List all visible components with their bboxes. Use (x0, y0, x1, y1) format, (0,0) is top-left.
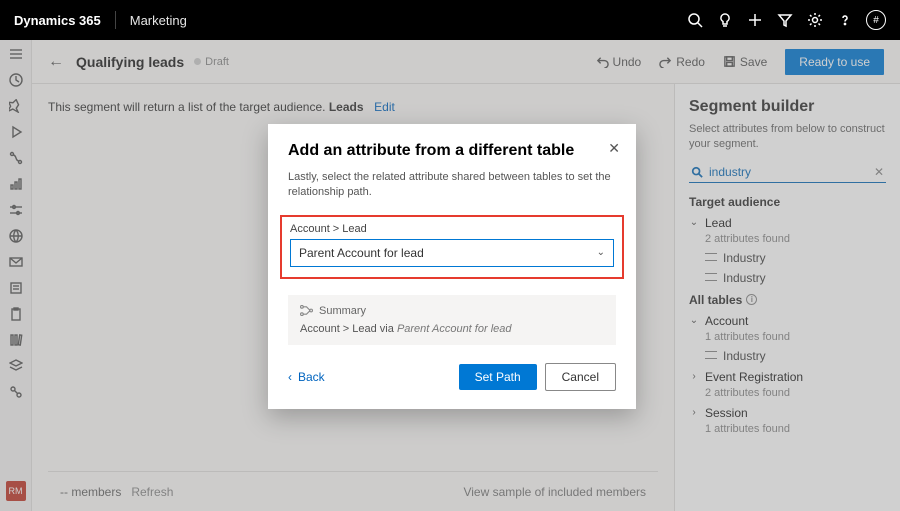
modal-subtitle: Lastly, select the related attribute sha… (288, 170, 616, 201)
help-icon[interactable] (830, 0, 860, 40)
close-icon[interactable]: ✕ (608, 140, 620, 157)
relationship-field-highlight: Account > Lead Parent Account for lead ⌄ (280, 215, 624, 279)
relationship-select[interactable]: Parent Account for lead ⌄ (290, 239, 614, 267)
modal-back-button[interactable]: ‹Back (288, 370, 325, 384)
chevron-down-icon: ⌄ (597, 247, 605, 258)
cancel-button[interactable]: Cancel (545, 363, 616, 391)
relationship-breadcrumb: Account > Lead (290, 223, 614, 235)
brand-separator (115, 11, 116, 29)
add-attribute-modal: ✕ Add an attribute from a different tabl… (268, 124, 636, 409)
set-path-button[interactable]: Set Path (459, 364, 537, 390)
search-icon[interactable] (680, 0, 710, 40)
brand-label: Dynamics 365 (14, 13, 101, 28)
add-icon[interactable] (740, 0, 770, 40)
lightbulb-icon[interactable] (710, 0, 740, 40)
path-icon (300, 305, 313, 316)
global-topbar: Dynamics 365 Marketing # (0, 0, 900, 40)
gear-icon[interactable] (800, 0, 830, 40)
user-avatar[interactable]: # (866, 10, 886, 30)
relationship-summary: Summary Account > Lead via Parent Accoun… (288, 295, 616, 345)
module-label: Marketing (130, 13, 187, 28)
modal-title: Add an attribute from a different table (288, 142, 616, 160)
chevron-left-icon: ‹ (288, 370, 292, 384)
relationship-select-value: Parent Account for lead (299, 246, 424, 260)
filter-icon[interactable] (770, 0, 800, 40)
